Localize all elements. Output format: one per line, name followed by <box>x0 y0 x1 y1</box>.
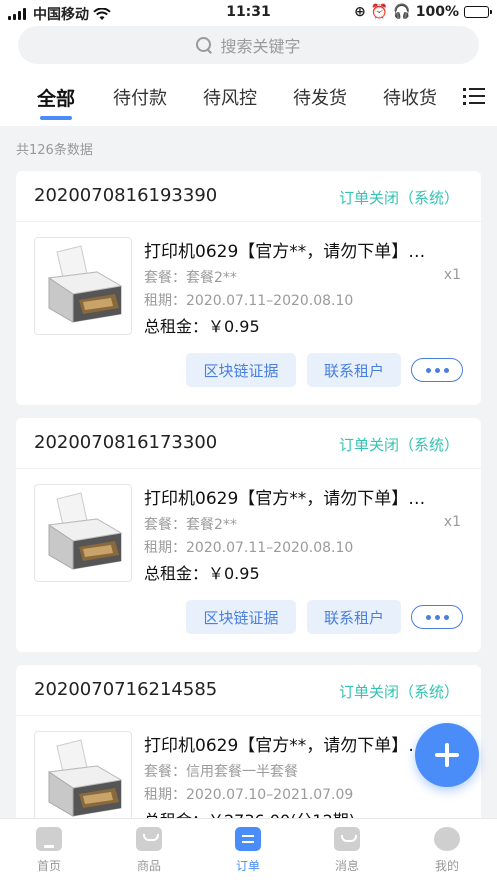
contact-tenant-button[interactable]: 联系租户 <box>307 353 401 387</box>
menu-icon[interactable] <box>463 87 485 105</box>
order-status: 订单关闭（系统） <box>338 436 459 454</box>
total-rent: 总租金：￥0.95 <box>144 564 260 583</box>
nav-orders[interactable]: 订单 <box>218 827 278 874</box>
tab-all[interactable]: 全部 <box>37 84 75 111</box>
search-bar-container: 搜索关键字 <box>0 26 497 72</box>
nav-home[interactable]: 首页 <box>19 827 79 874</box>
result-count: 共126条数据 <box>16 143 93 158</box>
search-icon <box>196 37 212 53</box>
order-status: 订单关闭（系统） <box>338 189 459 207</box>
product-name: 打印机0629【官方**，请勿下单】… <box>144 242 426 262</box>
blockchain-evidence-button[interactable]: 区块链证据 <box>186 600 296 634</box>
order-number: 2020070716214585 <box>34 679 218 700</box>
alarm-icon: ⏰ <box>370 4 389 20</box>
headphones-icon: 🎧 <box>393 4 411 20</box>
nav-goods-label: 商品 <box>136 859 161 873</box>
bottom-tab-bar: 首页 商品 订单 消息 我的 <box>0 818 497 883</box>
total-rent: 总租金：￥0.95 <box>144 317 260 336</box>
order-card[interactable]: 2020070816193390 订单关闭（系统） 打印机0629【官方**，请… <box>16 171 481 405</box>
package-label: 套餐：信用套餐一半套餐 <box>144 764 298 780</box>
printer-icon <box>47 245 123 323</box>
battery-icon <box>464 6 492 18</box>
quantity: x1 <box>443 514 461 530</box>
rental-period: 租期：2020.07.10–2021.07.09 <box>144 787 354 803</box>
product-image[interactable] <box>34 237 132 335</box>
product-name: 打印机0629【官方**，请勿下单】… <box>144 489 426 509</box>
package-label: 套餐：套餐2** <box>144 270 237 286</box>
contact-tenant-button[interactable]: 联系租户 <box>307 600 401 634</box>
more-button[interactable] <box>411 358 463 382</box>
goods-icon <box>136 827 162 851</box>
nav-profile-label: 我的 <box>434 859 459 873</box>
order-number: 2020070816173300 <box>34 432 218 453</box>
profile-icon <box>434 827 460 851</box>
status-bar: 中国移动 11:31 ⊕ ⏰ 🎧 100% <box>0 0 497 26</box>
rotation-lock-icon: ⊕ <box>354 4 366 20</box>
status-right: ⊕ ⏰ 🎧 100% <box>354 4 492 20</box>
quantity: x1 <box>443 267 461 283</box>
nav-profile[interactable]: 我的 <box>417 827 477 874</box>
package-label: 套餐：套餐2** <box>144 517 237 533</box>
rental-period: 租期：2020.07.11–2020.08.10 <box>144 293 354 309</box>
divider <box>16 715 481 716</box>
nav-orders-label: 订单 <box>235 859 260 873</box>
product-name: 打印机0629【官方**，请勿下单】… <box>144 736 426 756</box>
home-icon <box>36 827 62 851</box>
order-status: 订单关闭（系统） <box>338 683 459 701</box>
rental-period: 租期：2020.07.11–2020.08.10 <box>144 540 354 556</box>
product-image[interactable] <box>34 731 132 829</box>
blockchain-evidence-button[interactable]: 区块链证据 <box>186 353 296 387</box>
nav-messages[interactable]: 消息 <box>317 827 377 874</box>
order-card[interactable]: 2020070816173300 订单关闭（系统） 打印机0629【官方**，请… <box>16 418 481 652</box>
divider <box>16 468 481 469</box>
order-card[interactable]: 2020070716214585 订单关闭（系统） 打印机0629【官方**，请… <box>16 665 481 830</box>
tab-pending-receipt[interactable]: 待收货 <box>383 84 437 110</box>
printer-icon <box>47 739 123 817</box>
order-icon <box>235 827 261 851</box>
message-icon <box>334 827 360 851</box>
tab-pending-shipment[interactable]: 待发货 <box>293 84 347 110</box>
nav-home-label: 首页 <box>36 859 61 873</box>
tab-risk-control[interactable]: 待风控 <box>203 84 257 110</box>
product-image[interactable] <box>34 484 132 582</box>
search-input[interactable]: 搜索关键字 <box>18 26 479 64</box>
order-tabs: 全部 待付款 待风控 待发货 待收货 <box>0 72 497 126</box>
order-number: 2020070816193390 <box>34 185 218 206</box>
nav-goods[interactable]: 商品 <box>119 827 179 874</box>
more-button[interactable] <box>411 605 463 629</box>
nav-messages-label: 消息 <box>334 859 359 873</box>
search-placeholder: 搜索关键字 <box>220 37 301 56</box>
printer-icon <box>47 492 123 570</box>
divider <box>16 221 481 222</box>
tab-pending-payment[interactable]: 待付款 <box>113 84 167 110</box>
battery-percent: 100% <box>415 4 459 20</box>
add-button[interactable] <box>415 723 479 787</box>
